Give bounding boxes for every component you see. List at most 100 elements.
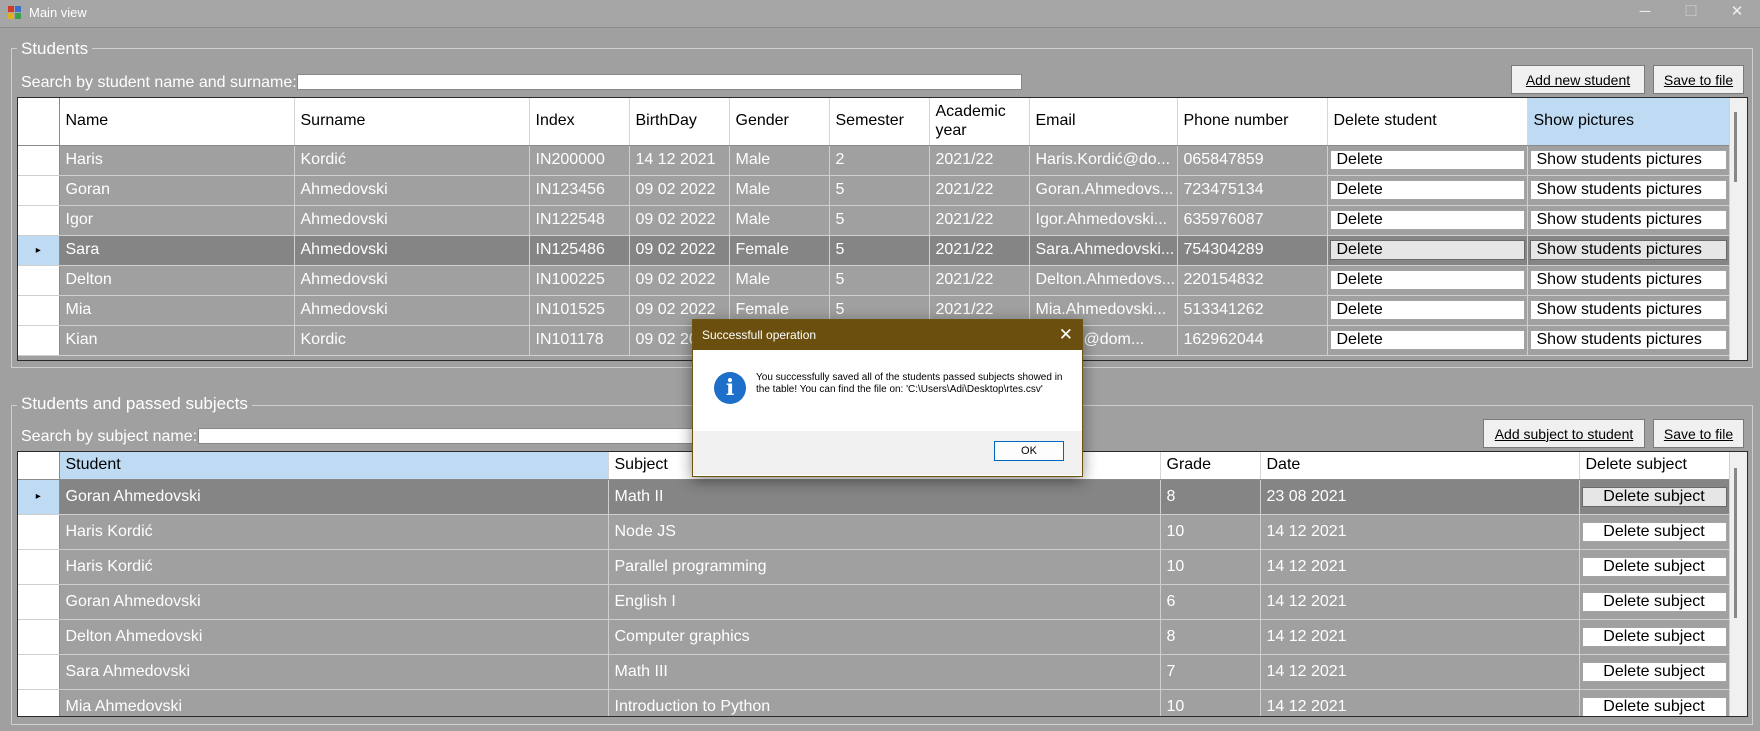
column-header-delete-student[interactable]: Delete student	[1327, 98, 1528, 146]
row-header[interactable]	[18, 295, 60, 326]
cell-academic-year[interactable]: 2021/22	[929, 265, 1030, 296]
delete-subject-button[interactable]: Delete subject	[1581, 591, 1727, 612]
delete-subject-button[interactable]: Delete subject	[1581, 626, 1727, 647]
cell-subject[interactable]: Node JS	[608, 514, 1161, 550]
column-header-semester[interactable]: Semester	[829, 98, 930, 146]
cell-birthday[interactable]: 09 02 2022	[629, 235, 730, 266]
column-header-gender[interactable]: Gender	[729, 98, 830, 146]
cell-semester[interactable]: 5	[829, 235, 930, 266]
delete-subject-button[interactable]: Delete subject	[1581, 661, 1727, 682]
cell-phone[interactable]: 065847859	[1177, 145, 1328, 176]
row-header[interactable]	[18, 205, 60, 236]
cell-email[interactable]: Igor.Ahmedovski...	[1029, 205, 1178, 236]
cell-index[interactable]: IN101178	[529, 325, 630, 356]
cell-index[interactable]: IN123456	[529, 175, 630, 206]
show-pictures-button[interactable]: Show students pictures	[1529, 210, 1727, 230]
scrollbar-thumb[interactable]	[1734, 468, 1737, 618]
delete-subject-button[interactable]: Delete subject	[1581, 696, 1727, 716]
show-pictures-button[interactable]: Show students pictures	[1529, 240, 1727, 260]
cell-index[interactable]: IN200000	[529, 145, 630, 176]
current-row-marker-icon[interactable]: ▸	[18, 235, 60, 266]
column-header-email[interactable]: Email	[1029, 98, 1178, 146]
cell-student[interactable]: Sara Ahmedovski	[59, 654, 609, 690]
cell-date[interactable]: 14 12 2021	[1260, 689, 1580, 716]
column-header-show-pictures[interactable]: Show pictures	[1527, 98, 1730, 146]
cell-semester[interactable]: 5	[829, 205, 930, 236]
cell-phone[interactable]: 513341262	[1177, 295, 1328, 326]
cell-index[interactable]: IN101525	[529, 295, 630, 326]
cell-index[interactable]: IN122548	[529, 205, 630, 236]
cell-phone[interactable]: 220154832	[1177, 265, 1328, 296]
cell-student[interactable]: Haris Kordić	[59, 549, 609, 585]
save-students-to-file-button[interactable]: Save to file	[1653, 65, 1744, 94]
cell-name[interactable]: Igor	[59, 205, 295, 236]
delete-student-button[interactable]: Delete	[1329, 270, 1525, 290]
cell-academic-year[interactable]: 2021/22	[929, 205, 1030, 236]
cell-surname[interactable]: Ahmedovski	[294, 175, 530, 206]
cell-phone[interactable]: 754304289	[1177, 235, 1328, 266]
cell-name[interactable]: Haris	[59, 145, 295, 176]
cell-student[interactable]: Haris Kordić	[59, 514, 609, 550]
cell-semester[interactable]: 5	[829, 175, 930, 206]
row-header[interactable]	[18, 654, 60, 690]
cell-date[interactable]: 14 12 2021	[1260, 549, 1580, 585]
row-header[interactable]	[18, 265, 60, 296]
cell-semester[interactable]: 5	[829, 265, 930, 296]
cell-subject[interactable]: English I	[608, 584, 1161, 620]
delete-student-button[interactable]: Delete	[1329, 210, 1525, 230]
cell-name[interactable]: Kian	[59, 325, 295, 356]
scrollbar-thumb[interactable]	[1734, 112, 1737, 182]
cell-grade[interactable]: 10	[1160, 549, 1261, 585]
delete-subject-button[interactable]: Delete subject	[1581, 556, 1727, 577]
cell-name[interactable]: Delton	[59, 265, 295, 296]
table-row[interactable]: Sara Ahmedovski Math III 7 14 12 2021 De…	[18, 654, 1730, 690]
column-header-student[interactable]: Student	[59, 452, 609, 480]
table-row[interactable]: Delton Ahmedovski Computer graphics 8 14…	[18, 619, 1730, 655]
subject-search-input[interactable]	[198, 428, 695, 444]
current-row-marker-icon[interactable]: ▸	[18, 479, 60, 515]
table-row-selected[interactable]: ▸ Sara Ahmedovski IN125486 09 02 2022 Fe…	[18, 235, 1730, 266]
cell-semester[interactable]: 2	[829, 145, 930, 176]
show-pictures-button[interactable]: Show students pictures	[1529, 330, 1727, 350]
column-header-birthday[interactable]: BirthDay	[629, 98, 730, 146]
show-pictures-button[interactable]: Show students pictures	[1529, 270, 1727, 290]
column-header-grade[interactable]: Grade	[1160, 452, 1261, 480]
table-row-selected[interactable]: ▸ Goran Ahmedovski Math II 8 23 08 2021 …	[18, 479, 1730, 515]
show-pictures-button[interactable]: Show students pictures	[1529, 180, 1727, 200]
cell-surname[interactable]: Ahmedovski	[294, 295, 530, 326]
delete-subject-button[interactable]: Delete subject	[1581, 486, 1727, 507]
cell-name[interactable]: Mia	[59, 295, 295, 326]
column-header-surname[interactable]: Surname	[294, 98, 530, 146]
cell-grade[interactable]: 7	[1160, 654, 1261, 690]
cell-student[interactable]: Mia Ahmedovski	[59, 689, 609, 716]
delete-student-button[interactable]: Delete	[1329, 240, 1525, 260]
cell-email[interactable]: Haris.Kordić@do...	[1029, 145, 1178, 176]
table-row[interactable]: Haris Kordić Parallel programming 10 14 …	[18, 549, 1730, 585]
cell-subject[interactable]: Math III	[608, 654, 1161, 690]
cell-phone[interactable]: 635976087	[1177, 205, 1328, 236]
cell-surname[interactable]: Ahmedovski	[294, 235, 530, 266]
cell-student[interactable]: Goran Ahmedovski	[59, 584, 609, 620]
cell-email[interactable]: Goran.Ahmedovs...	[1029, 175, 1178, 206]
table-row[interactable]: Delton Ahmedovski IN100225 09 02 2022 Ma…	[18, 265, 1730, 296]
students-vertical-scrollbar[interactable]	[1729, 98, 1747, 360]
cell-name[interactable]: Goran	[59, 175, 295, 206]
cell-academic-year[interactable]: 2021/22	[929, 145, 1030, 176]
cell-grade[interactable]: 8	[1160, 619, 1261, 655]
cell-gender[interactable]: Male	[729, 145, 830, 176]
cell-birthday[interactable]: 09 02 2022	[629, 175, 730, 206]
column-header-date[interactable]: Date	[1260, 452, 1580, 480]
table-row[interactable]: Goran Ahmedovski IN123456 09 02 2022 Mal…	[18, 175, 1730, 206]
cell-birthday[interactable]: 09 02 2022	[629, 205, 730, 236]
row-header[interactable]	[18, 514, 60, 550]
cell-subject[interactable]: Computer graphics	[608, 619, 1161, 655]
row-header[interactable]	[18, 175, 60, 206]
cell-student[interactable]: Goran Ahmedovski	[59, 479, 609, 515]
delete-student-button[interactable]: Delete	[1329, 330, 1525, 350]
row-header[interactable]	[18, 325, 60, 356]
cell-gender[interactable]: Male	[729, 175, 830, 206]
cell-student[interactable]: Delton Ahmedovski	[59, 619, 609, 655]
cell-birthday[interactable]: 14 12 2021	[629, 145, 730, 176]
add-new-student-button[interactable]: Add new student	[1511, 65, 1645, 94]
cell-date[interactable]: 14 12 2021	[1260, 654, 1580, 690]
